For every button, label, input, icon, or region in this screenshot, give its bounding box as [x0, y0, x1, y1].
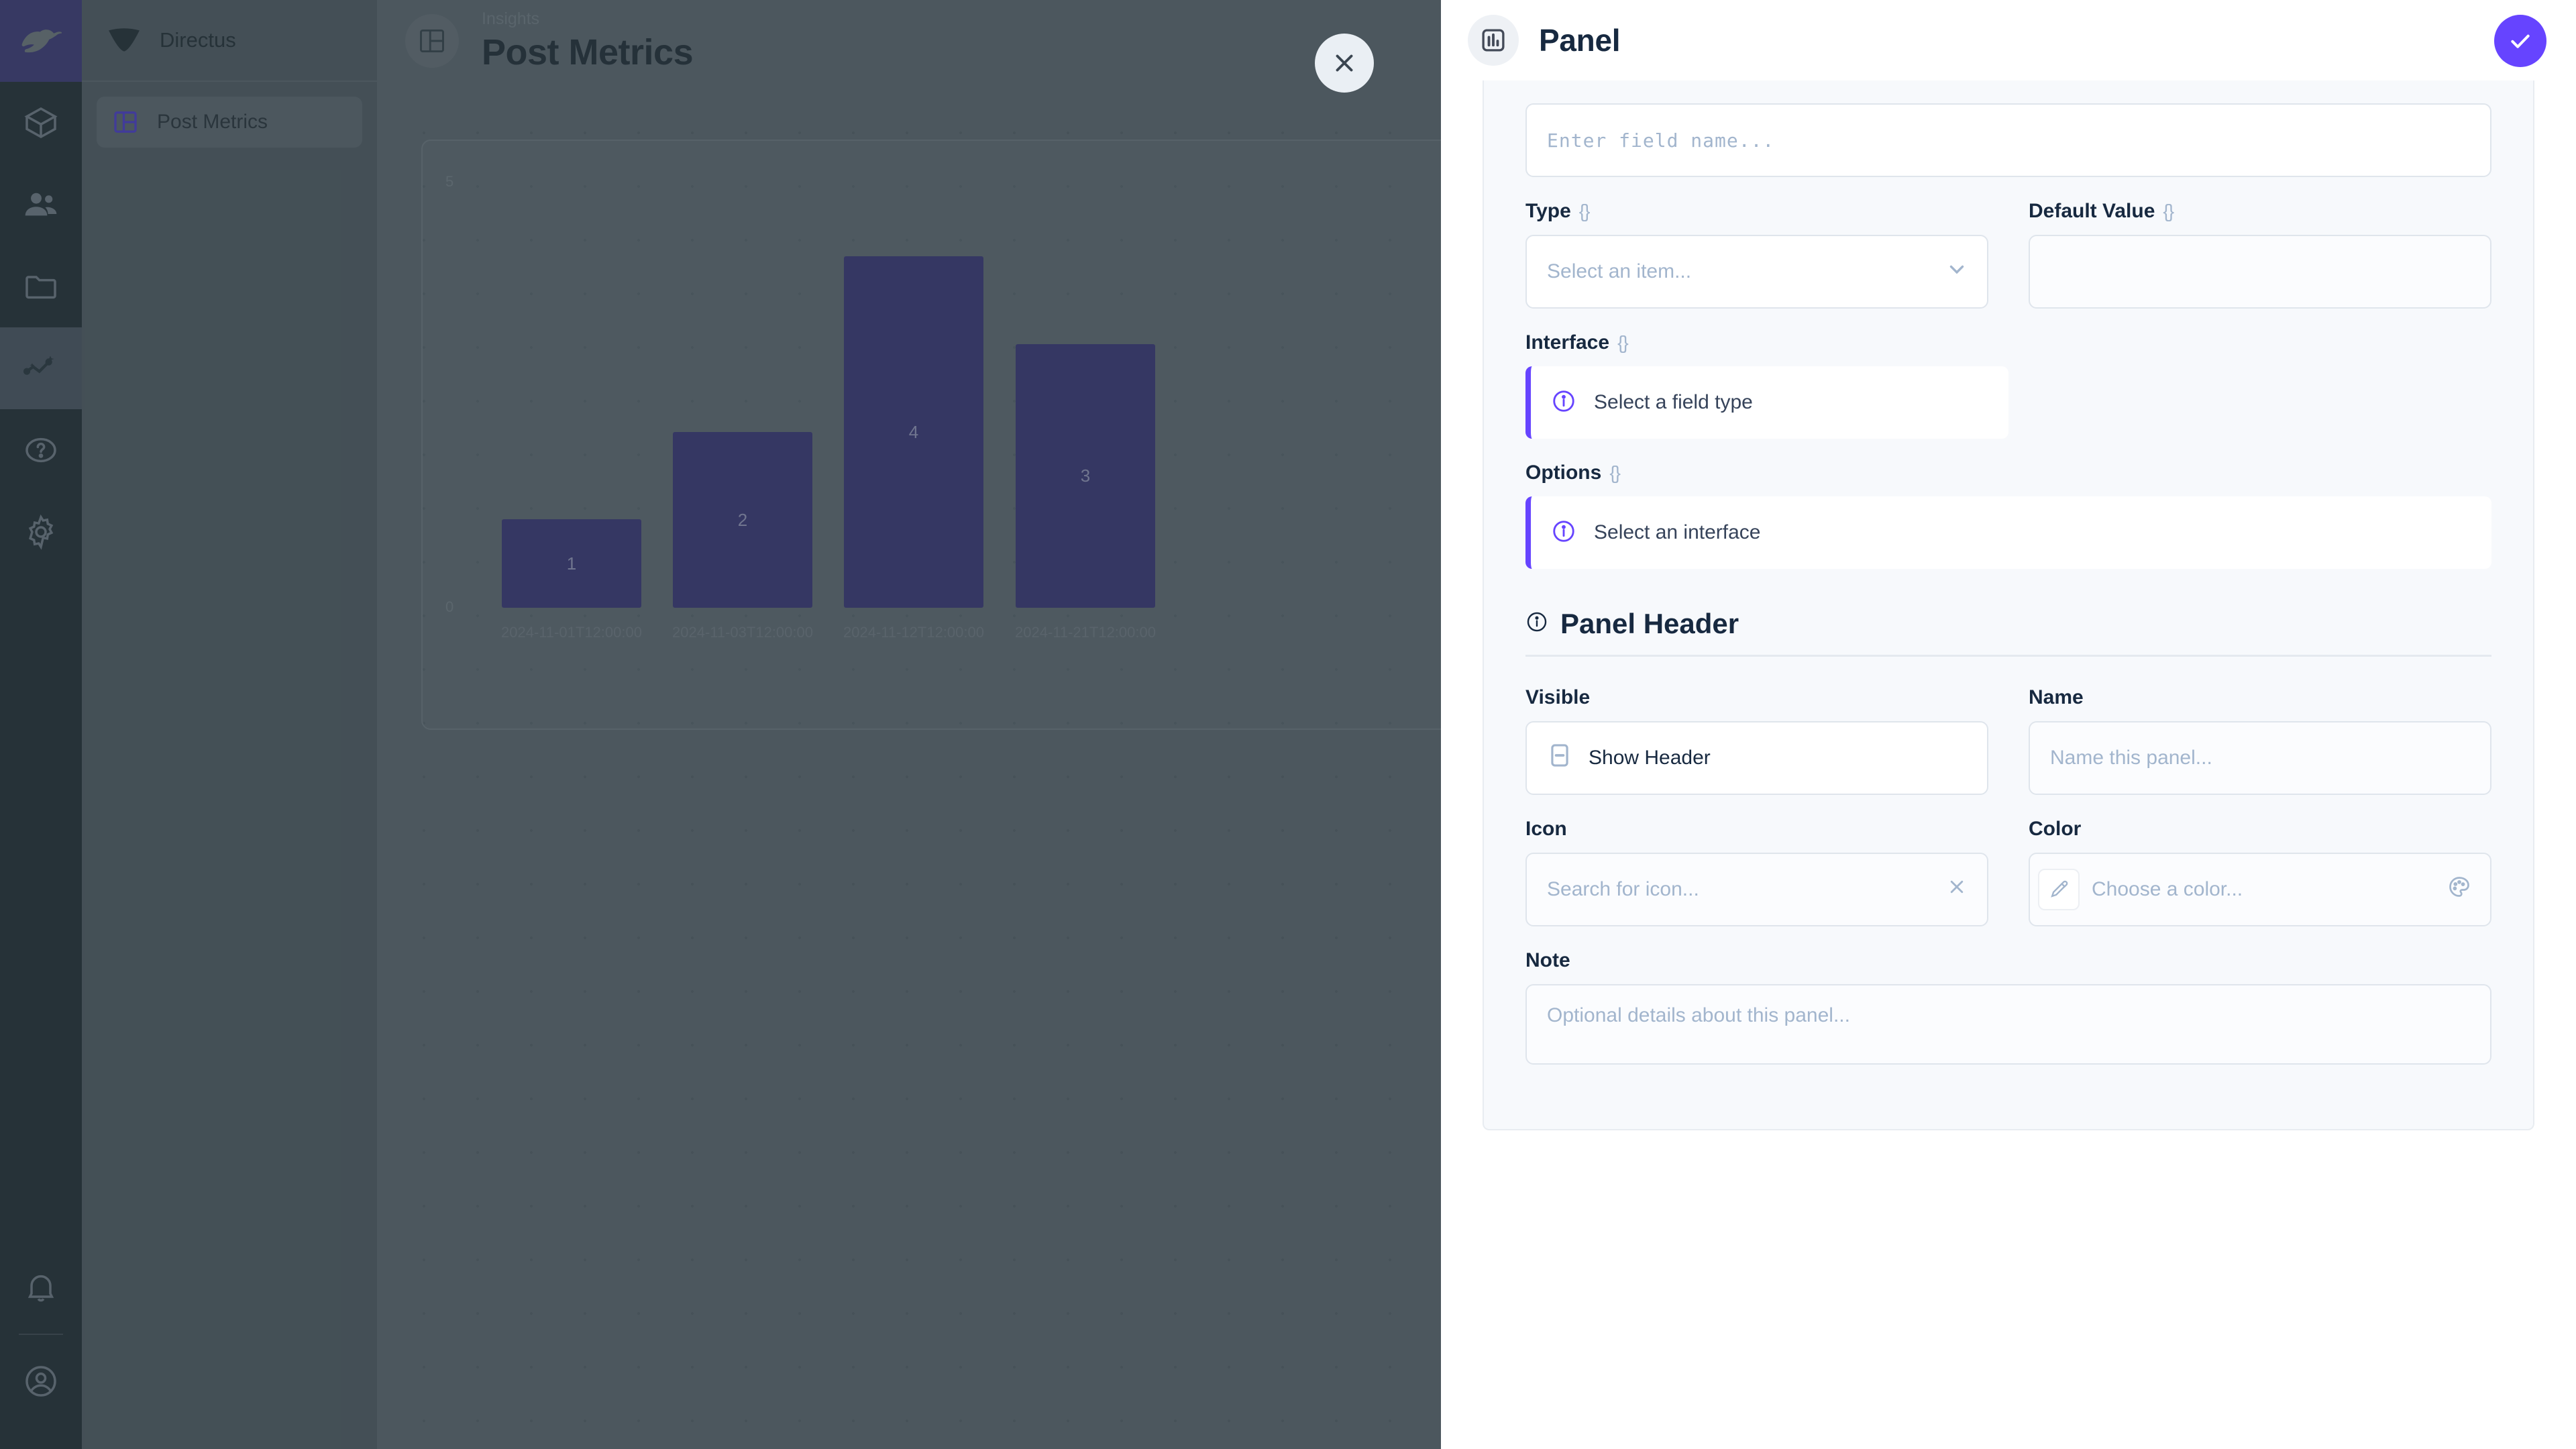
panel-form: Enter field name... Type {} Select an it…: [1483, 80, 2534, 1130]
close-icon: [1336, 54, 1353, 72]
braces-icon: {}: [1609, 462, 1621, 483]
interface-notice: Select a field type: [1525, 366, 2008, 439]
drawer-title: Panel: [1539, 23, 1621, 58]
section-title-text: Panel Header: [1560, 608, 1739, 639]
name-input[interactable]: Name this panel...: [2029, 721, 2491, 795]
visible-label: Visible: [1525, 686, 1591, 708]
bar-chart-icon: [1468, 15, 1519, 66]
interface-label: Interface {}: [1525, 331, 2008, 354]
save-button[interactable]: [2494, 15, 2546, 67]
braces-icon: {}: [2163, 201, 2174, 221]
braces-icon: {}: [1578, 201, 1591, 221]
interface-label-text: Interface: [1525, 331, 1610, 354]
default-value-field: Default Value {}: [2029, 200, 2491, 309]
type-field: Type {} Select an item...: [1525, 200, 1988, 309]
options-field: Options {} Select an interface: [1525, 462, 2491, 569]
field-name-placeholder: Enter field name...: [1547, 129, 1775, 152]
checkbox-indeterminate-icon[interactable]: [1547, 743, 1572, 773]
info-icon: [1551, 388, 1576, 417]
check-icon: [2511, 34, 2530, 48]
icon-placeholder: Search for icon...: [1547, 878, 1699, 900]
name-label: Name: [2029, 686, 2084, 708]
note-field: Note Optional details about this panel..…: [1525, 949, 2491, 1065]
clear-icon[interactable]: [1945, 875, 1968, 904]
color-field: Color Choose a color...: [2029, 818, 2491, 926]
name-field: Name Name this panel...: [2029, 686, 2491, 795]
options-label-text: Options: [1525, 462, 1602, 484]
note-label: Note: [1525, 949, 1570, 971]
icon-field: Icon Search for icon...: [1525, 818, 1988, 926]
color-input[interactable]: Choose a color...: [2029, 853, 2491, 926]
field-name-input[interactable]: Enter field name...: [1525, 103, 2491, 177]
type-label: Type {}: [1525, 200, 1988, 223]
name-placeholder: Name this panel...: [2050, 747, 2212, 769]
drawer-header: Panel: [1441, 0, 2576, 80]
palette-icon[interactable]: [2447, 875, 2471, 904]
options-notice: Select an interface: [1525, 496, 2491, 569]
default-value-label: Default Value {}: [2029, 200, 2491, 223]
drawer-body: Enter field name... Type {} Select an it…: [1441, 80, 2576, 1449]
field-name-field: Enter field name...: [1525, 103, 2491, 177]
options-notice-text: Select an interface: [1594, 521, 1761, 543]
default-value-label-text: Default Value: [2029, 200, 2155, 222]
drawer-overlay[interactable]: [0, 0, 1441, 1449]
interface-field: Interface {} Select a field type: [1525, 331, 2008, 439]
show-header-label: Show Header: [1589, 747, 1711, 769]
visible-field: Visible Show Header: [1525, 686, 1988, 795]
chevron-down-icon[interactable]: [1945, 258, 1968, 286]
info-icon: [1551, 519, 1576, 547]
options-label: Options {}: [1525, 462, 2491, 484]
note-input[interactable]: Optional details about this panel...: [1525, 984, 2491, 1065]
color-placeholder: Choose a color...: [2092, 878, 2243, 900]
color-label: Color: [2029, 818, 2082, 840]
icon-input[interactable]: Search for icon...: [1525, 853, 1988, 926]
interface-notice-text: Select a field type: [1594, 391, 1753, 413]
show-header-checkbox-row[interactable]: Show Header: [1525, 721, 1988, 795]
section-divider: [1525, 655, 2491, 657]
info-icon: [1525, 608, 1548, 640]
type-placeholder: Select an item...: [1547, 260, 1692, 282]
note-placeholder: Optional details about this panel...: [1547, 1004, 1850, 1026]
panel-header-section-title: Panel Header: [1525, 608, 2491, 640]
default-value-input[interactable]: [2029, 235, 2491, 309]
icon-label: Icon: [1525, 818, 1567, 840]
panel-settings-drawer: Panel Enter field name... Type {} Select…: [1441, 0, 2576, 1449]
type-label-text: Type: [1525, 200, 1571, 222]
type-select[interactable]: Select an item...: [1525, 235, 1988, 309]
close-button[interactable]: [1315, 34, 1374, 93]
braces-icon: {}: [1617, 332, 1629, 353]
eyedropper-icon[interactable]: [2038, 869, 2080, 910]
